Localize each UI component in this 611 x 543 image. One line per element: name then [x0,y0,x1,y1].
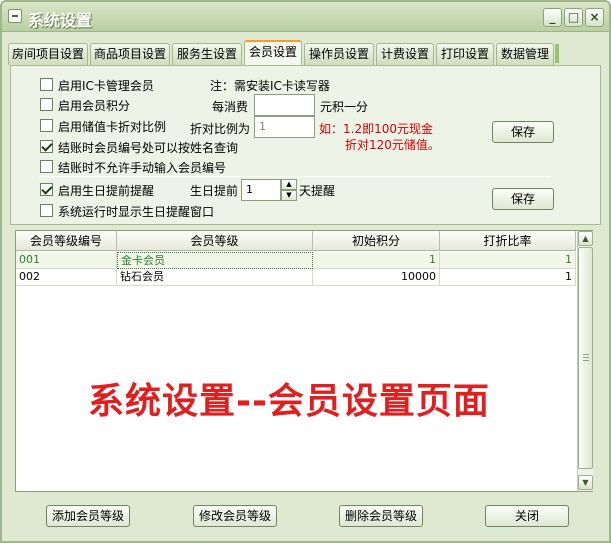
ratio-example-line1: 如：1.2即100元现金 [319,122,433,136]
cell-code: 001 [16,252,117,269]
name-lookup-checkbox[interactable] [40,140,53,153]
overlay-caption: 系统设置--会员设置页面 [88,381,490,422]
name-lookup-label: 结账时会员编号处可以按姓名查询 [58,141,239,155]
startup-birthday-label: 系统运行时显示生日提醒窗口 [58,205,215,219]
birthday-days-label: 生日提前 [190,184,239,198]
title-bar[interactable]: 系统设置 _ □ × [2,2,609,32]
cell-discount: 1 [440,269,576,286]
column-header-level[interactable]: 会员等级 [117,231,313,251]
stored-card-checkbox[interactable] [40,119,53,132]
column-header-code[interactable]: 会员等级编号 [16,231,117,251]
settings-window: 系统设置 _ □ × 房间项目设置 商品项目设置 服务生设置 会员设置 操作员设… [0,0,611,543]
scroll-down-icon[interactable]: ▼ [578,475,593,490]
cell-points: 10000 [313,269,440,286]
cell-level: 钻石会员 [117,269,313,286]
tab-data-management[interactable]: 数据管理 [496,43,554,65]
tab-printing[interactable]: 打印设置 [436,43,494,65]
spin-up-icon[interactable]: ▲ [281,179,297,190]
member-points-checkbox[interactable] [40,98,53,111]
tab-waiters[interactable]: 服务生设置 [172,43,242,65]
save-member-settings-button[interactable]: 保存 [492,121,554,143]
stored-card-label: 启用储值卡折对比例 [58,120,167,134]
edit-member-level-button[interactable]: 修改会员等级 [193,505,277,527]
startup-birthday-checkbox[interactable] [40,204,53,217]
spin-down-icon[interactable]: ▼ [281,190,297,201]
birthday-reminder-checkbox[interactable] [40,183,53,196]
section-divider [39,176,551,177]
scroll-grip [583,357,589,358]
no-manual-input-label: 结账时不允许手动输入会员编号 [58,161,227,175]
ic-card-checkbox[interactable] [40,78,53,91]
cell-code: 002 [16,269,117,286]
window-title: 系统设置 [28,11,93,30]
cell-level: 金卡会员 [117,252,313,269]
close-button[interactable]: 关闭 [485,505,569,527]
tab-goods-items[interactable]: 商品项目设置 [90,43,170,65]
table-row[interactable]: 002 钻石会员 10000 1 [16,269,576,286]
tab-strip-end [555,44,559,63]
grid-vertical-scrollbar[interactable]: ▲ ▼ [577,231,593,491]
cell-discount: 1 [440,252,576,269]
no-manual-input-checkbox[interactable] [40,160,53,173]
birthday-days-unit: 天提醒 [299,184,336,198]
grid-header: 会员等级编号 会员等级 初始积分 打折比率 [16,231,576,251]
per-spend-input[interactable] [254,94,315,116]
points-unit-label: 元积一分 [320,100,369,114]
birthday-days-input[interactable]: 1 [241,179,281,201]
tab-members[interactable]: 会员设置 [244,40,302,65]
minimize-button[interactable]: _ [543,8,562,27]
member-level-grid: 会员等级编号 会员等级 初始积分 打折比率 001 金卡会员 1 1 002 钻… [15,230,593,492]
action-bar: 添加会员等级 修改会员等级 删除会员等级 关闭 [2,497,609,541]
table-row[interactable]: 001 金卡会员 1 1 [16,252,576,269]
cell-points: 1 [313,252,440,269]
ratio-input[interactable]: 1 [254,116,315,138]
member-points-label: 启用会员积分 [58,99,131,113]
column-header-points[interactable]: 初始积分 [313,231,440,251]
birthday-reminder-label: 启用生日提前提醒 [58,184,155,198]
ic-card-label: 启用IC卡管理会员 [58,79,154,93]
app-menu-icon[interactable] [8,9,22,23]
scroll-grip [583,354,589,355]
tab-billing[interactable]: 计费设置 [376,43,434,65]
ratio-example-line2: 折对120元储值。 [345,138,440,152]
settings-tabs: 房间项目设置 商品项目设置 服务生设置 会员设置 操作员设置 计费设置 打印设置… [8,40,608,65]
scroll-grip [583,360,589,361]
tab-room-items[interactable]: 房间项目设置 [8,43,88,65]
close-window-button[interactable]: × [585,8,604,27]
member-settings-panel: 启用IC卡管理会员 注：需安装IC卡读写器 启用会员积分 每消费 元积一分 启用… [10,65,601,225]
delete-member-level-button[interactable]: 删除会员等级 [339,505,423,527]
add-member-level-button[interactable]: 添加会员等级 [46,505,130,527]
save-birthday-settings-button[interactable]: 保存 [492,188,554,210]
ic-card-note: 注：需安装IC卡读写器 [210,79,330,93]
ratio-label: 折对比例为 [190,122,251,136]
column-header-discount[interactable]: 打折比率 [440,231,576,251]
scroll-thumb[interactable] [578,247,593,469]
tab-operators[interactable]: 操作员设置 [304,43,374,65]
per-spend-label: 每消费 [212,100,249,114]
scroll-up-icon[interactable]: ▲ [578,231,593,246]
maximize-button[interactable]: □ [564,8,583,27]
